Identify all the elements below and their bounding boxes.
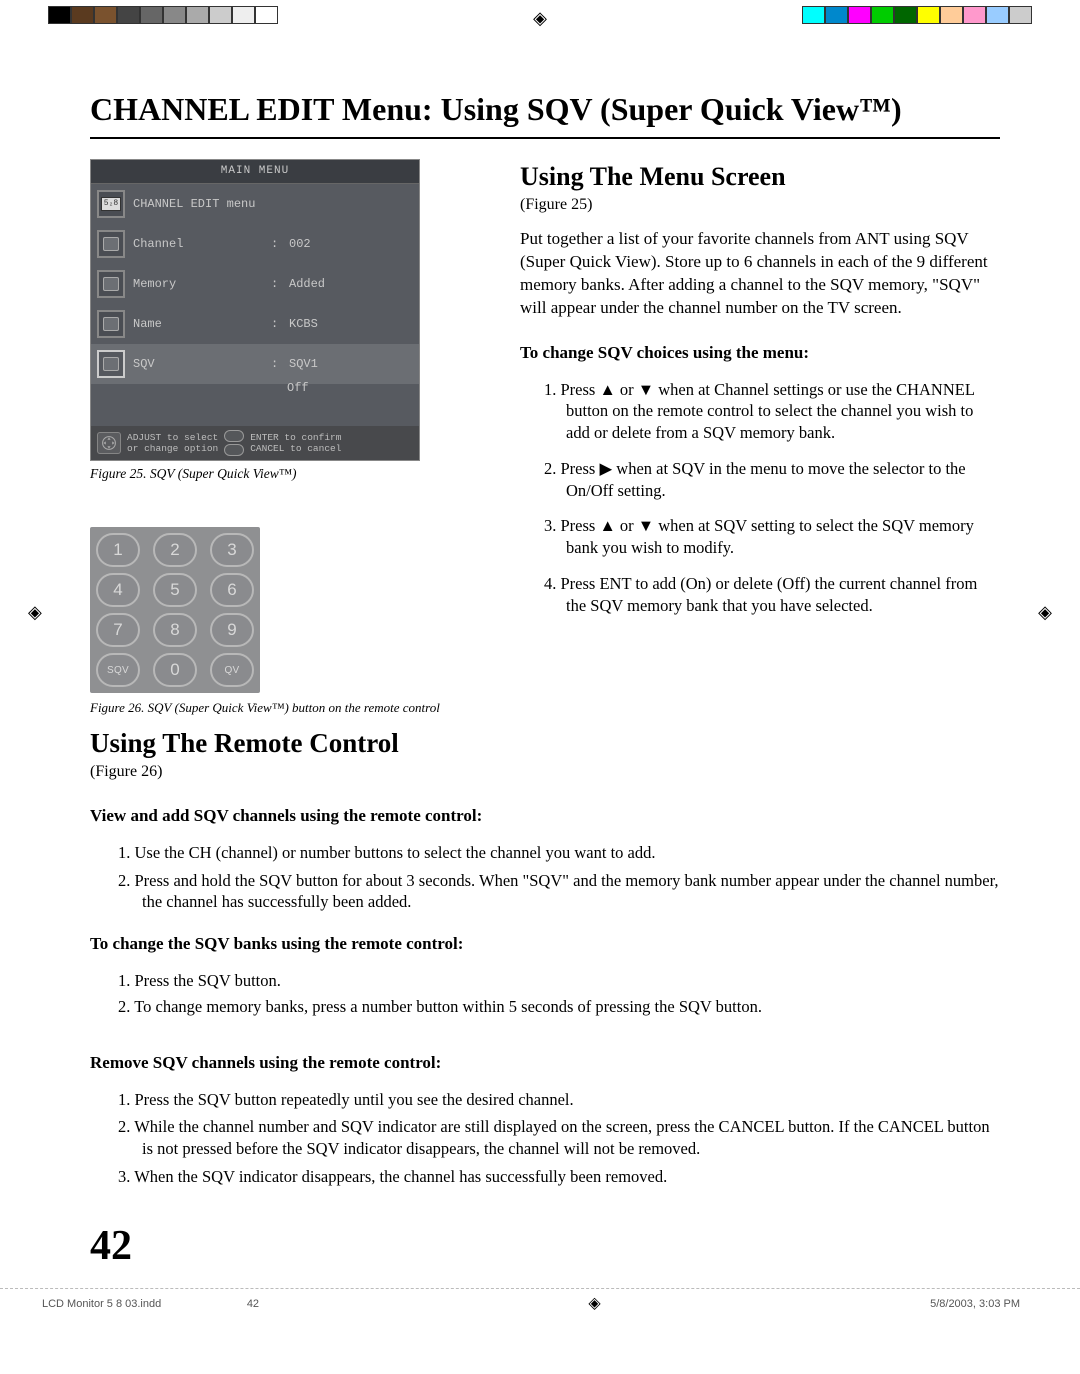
figure-26-ref: (Figure 26) xyxy=(90,761,1000,783)
keypad-9: 9 xyxy=(210,613,254,647)
remove-sqv-steps: 1. Press the SQV button repeatedly until… xyxy=(90,1089,1000,1188)
step-4: 4. Press ENT to add (On) or delete (Off)… xyxy=(560,573,1000,617)
menu-screenshot: MAIN MENU 5₂8 CHANNEL EDIT menu Channel … xyxy=(90,159,420,461)
keypad-sqv: SQV xyxy=(96,653,140,687)
keypad-qv: QV xyxy=(210,653,254,687)
menu-section-row: 5₂8 CHANNEL EDIT menu xyxy=(91,184,419,224)
page-number: 42 xyxy=(90,1218,1000,1275)
dpad-icon xyxy=(97,432,121,454)
menu-footer: ADJUST to select or change option ENTER … xyxy=(91,426,419,460)
change-banks-steps: 1. Press the SQV button. 2. To change me… xyxy=(90,970,1000,1018)
change-sqv-sub: To change SQV choices using the menu: xyxy=(520,342,1000,365)
keypad-7: 7 xyxy=(96,613,140,647)
intro-paragraph: Put together a list of your favorite cha… xyxy=(520,228,1000,320)
remote-keypad: 1 2 3 4 5 6 7 8 9 SQV 0 QV xyxy=(90,527,260,693)
keypad-4: 4 xyxy=(96,573,140,607)
menu-header: MAIN MENU xyxy=(91,160,419,184)
colorbar-left xyxy=(48,6,278,24)
figure-25-ref: (Figure 25) xyxy=(520,194,1000,216)
keypad-5: 5 xyxy=(153,573,197,607)
remove-sqv-sub: Remove SQV channels using the remote con… xyxy=(90,1052,1000,1075)
keypad-2: 2 xyxy=(153,533,197,567)
menu-row-name: Name : KCBS xyxy=(91,304,419,344)
menu-row-channel: Channel : 002 xyxy=(91,224,419,264)
menu-row-sqv: SQV : SQV1 xyxy=(91,344,419,384)
view-add-steps: 1. Use the CH (channel) or number button… xyxy=(90,842,1000,913)
print-slug: LCD Monitor 5 8 03.indd 42 ◈ 5/8/2003, 3… xyxy=(0,1288,1080,1321)
figure-25-caption: Figure 25. SQV (Super Quick View™) xyxy=(90,465,480,483)
cancel-icon xyxy=(224,444,244,456)
using-remote-heading: Using The Remote Control xyxy=(90,725,1000,761)
keypad-3: 3 xyxy=(210,533,254,567)
tv-icon xyxy=(103,317,119,331)
tv-icon xyxy=(103,277,119,291)
colorbar-right xyxy=(802,6,1032,24)
using-menu-heading: Using The Menu Screen xyxy=(520,159,1000,194)
page-title: CHANNEL EDIT Menu: Using SQV (Super Quic… xyxy=(90,88,1000,139)
view-add-sub: View and add SQV channels using the remo… xyxy=(90,805,1000,828)
crosshair-left-icon: ◈ xyxy=(28,600,42,624)
keypad-8: 8 xyxy=(153,613,197,647)
step-3: 3. Press ▲ or ▼ when at SQV setting to s… xyxy=(560,515,1000,559)
crosshair-bottom-icon: ◈ xyxy=(588,1293,600,1315)
keypad-1: 1 xyxy=(96,533,140,567)
crosshair-icon: ◈ xyxy=(533,6,547,30)
figure-26-caption: Figure 26. SQV (Super Quick View™) butto… xyxy=(90,699,460,717)
step-2: 2. Press ▶ when at SQV in the menu to mo… xyxy=(560,458,1000,502)
step-1: 1. Press ▲ or ▼ when at Channel settings… xyxy=(560,379,1000,444)
channel-edit-icon: 5₂8 xyxy=(101,197,121,212)
enter-icon xyxy=(224,430,244,442)
menu-section-label: CHANNEL EDIT menu xyxy=(133,196,263,212)
change-banks-sub: To change the SQV banks using the remote… xyxy=(90,933,1000,956)
tv-icon xyxy=(103,357,119,371)
menu-row-memory: Memory : Added xyxy=(91,264,419,304)
crosshair-right-icon: ◈ xyxy=(1038,600,1052,624)
keypad-6: 6 xyxy=(210,573,254,607)
keypad-0: 0 xyxy=(153,653,197,687)
menu-steps: 1. Press ▲ or ▼ when at Channel settings… xyxy=(520,379,1000,617)
tv-icon xyxy=(103,237,119,251)
menu-row-sqv-val2: Off xyxy=(91,380,419,402)
registration-marks-top: ◈ xyxy=(0,4,1080,28)
